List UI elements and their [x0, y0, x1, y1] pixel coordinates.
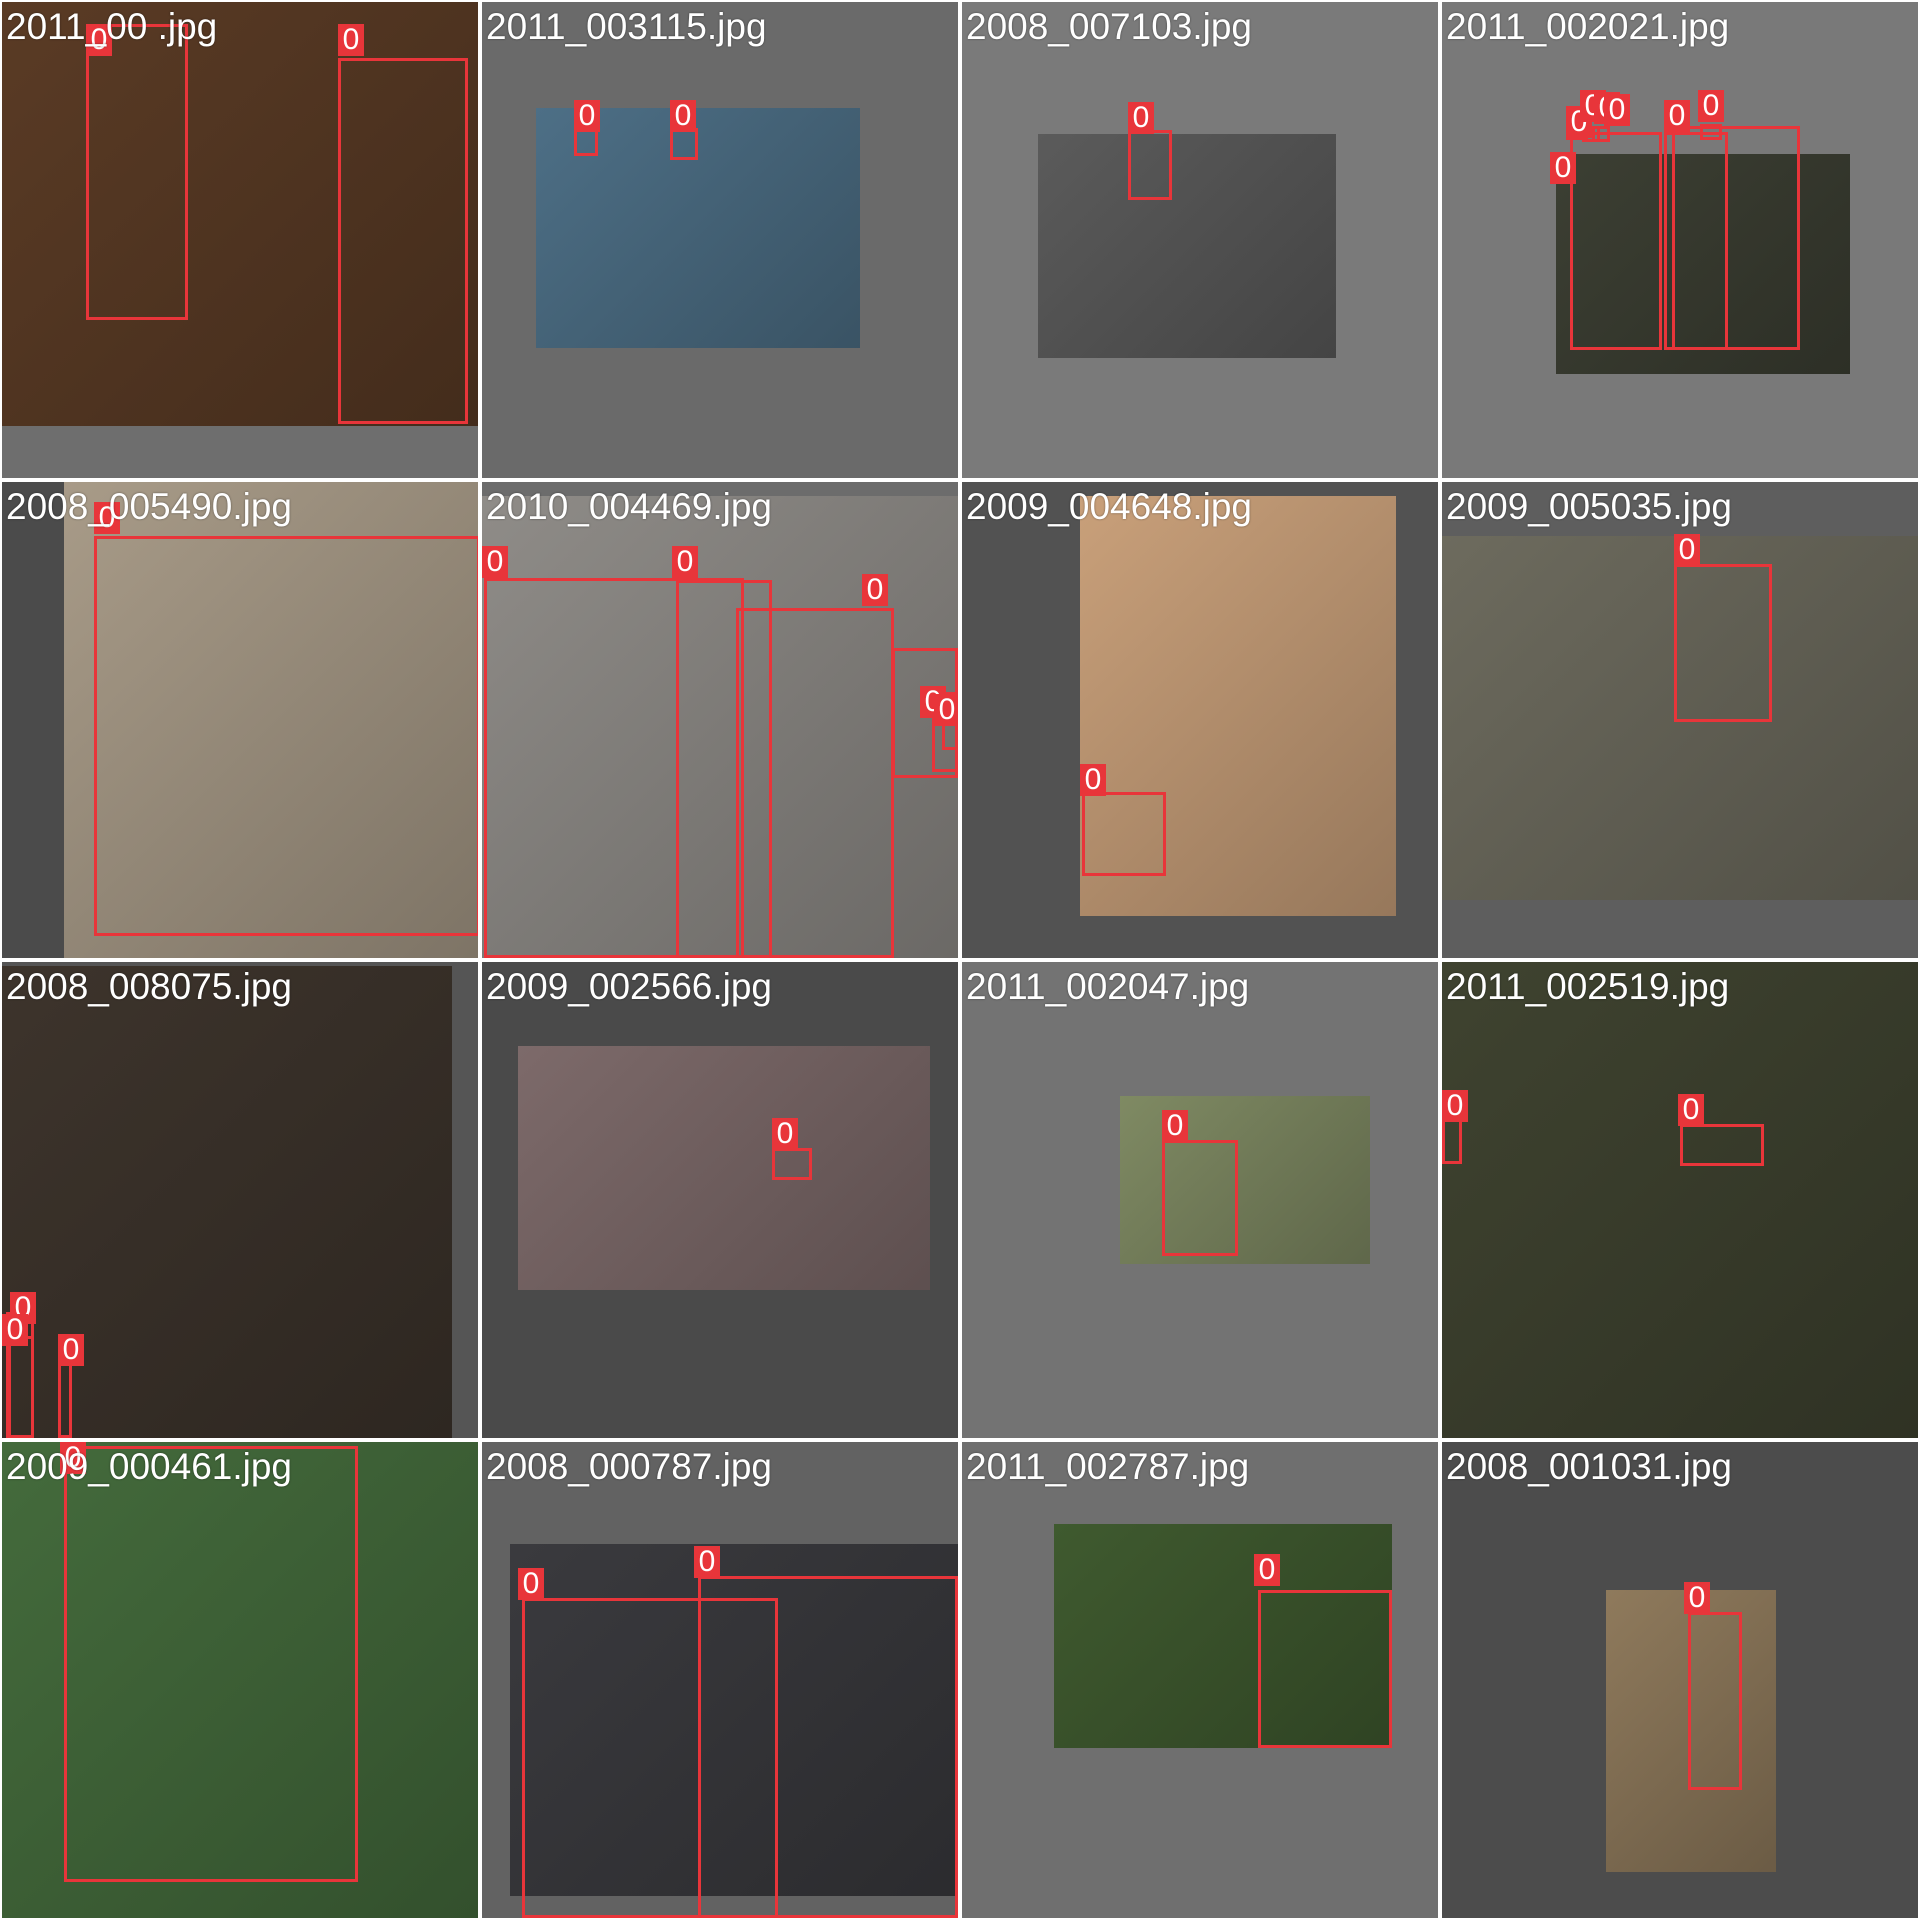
bounding-box — [1700, 124, 1722, 140]
class-label-badge: 0 — [338, 24, 364, 56]
filename-label: 2009_002566.jpg — [486, 966, 773, 1007]
class-label-badge: 0 — [1128, 102, 1154, 134]
filename-label: 2011_003115.jpg — [486, 6, 767, 47]
mosaic-tile: 0 2008_001031.jpg — [1442, 1442, 1918, 1918]
class-label-badge: 0 — [694, 1546, 720, 1578]
mosaic-tile: 0 2008_007103.jpg — [962, 2, 1438, 478]
class-label-badge: 0 — [1664, 100, 1690, 132]
bounding-box — [1672, 126, 1800, 350]
class-label-badge: 0 — [862, 574, 888, 606]
mosaic-tile: 0 2011_002047.jpg — [962, 962, 1438, 1438]
filename-label: 2011_00 .jpg — [6, 6, 218, 47]
image-mosaic-grid: 0 0 2011_00 .jpg 0 0 2011_003115.jpg 0 2008_007… — [0, 0, 1920, 1920]
filename-label: 2009_005035.jpg — [1446, 486, 1733, 527]
mosaic-tile: 0 2008_005490.jpg — [2, 482, 478, 958]
class-label-badge: 0 — [58, 1334, 84, 1366]
mosaic-tile: 0 0 2011_002519.jpg — [1442, 962, 1918, 1438]
class-label-badge: 0 — [672, 546, 698, 578]
class-label-badge: 0 — [1678, 1094, 1704, 1126]
class-label-badge: 0 — [1698, 90, 1724, 122]
mosaic-tile: 0 0 0 2008_008075.jpg — [2, 962, 478, 1438]
class-label-badge: 0 — [1162, 1110, 1188, 1142]
photo-thumbnail — [518, 1046, 930, 1290]
class-label-badge: 0 — [1080, 764, 1106, 796]
filename-label: 2008_000787.jpg — [486, 1446, 773, 1487]
class-label-badge: 0 — [934, 694, 958, 726]
class-label-badge: 0 — [574, 100, 600, 132]
bounding-box — [8, 1336, 34, 1438]
class-label-badge: 0 — [518, 1568, 544, 1600]
bounding-box — [670, 128, 698, 160]
class-label-badge: 0 — [772, 1118, 798, 1150]
bounding-box — [64, 1446, 358, 1882]
bounding-box — [1082, 792, 1166, 876]
class-label-badge: 0 — [1674, 534, 1700, 566]
class-label-badge: 0 — [1254, 1554, 1280, 1586]
bounding-box — [1680, 1124, 1764, 1166]
photo-thumbnail — [1038, 134, 1336, 358]
bounding-box — [58, 1360, 72, 1438]
filename-label: 2010_004469.jpg — [486, 486, 773, 527]
filename-label: 2008_008075.jpg — [6, 966, 293, 1007]
bounding-box — [1258, 1590, 1392, 1748]
class-label-badge: 0 — [1604, 94, 1630, 126]
mosaic-tile: 0 2011_002787.jpg — [962, 1442, 1438, 1918]
bounding-box — [1128, 130, 1172, 200]
filename-label: 2008_007103.jpg — [966, 6, 1253, 47]
class-label-badge: 0 — [1684, 1582, 1710, 1614]
bounding-box — [94, 536, 478, 936]
mosaic-tile: 0 2009_000461.jpg — [2, 1442, 478, 1918]
class-label-badge: 0 — [1550, 152, 1576, 184]
mosaic-tile: 0 2009_005035.jpg — [1442, 482, 1918, 958]
bounding-box — [736, 608, 894, 958]
filename-label: 2008_005490.jpg — [6, 486, 293, 527]
bounding-box — [1592, 126, 1610, 142]
mosaic-tile: 0 0 2011_003115.jpg — [482, 2, 958, 478]
bounding-box — [1570, 132, 1662, 350]
mosaic-tile: 00000002011_002021.jpg — [1442, 2, 1918, 478]
photo-thumbnail — [1120, 1096, 1370, 1264]
bounding-box — [698, 1576, 958, 1918]
filename-label: 2011_002787.jpg — [966, 1446, 1250, 1487]
bounding-box — [86, 24, 188, 320]
mosaic-tile: 0000002010_004469.jpg — [482, 482, 958, 958]
filename-label: 2008_001031.jpg — [1446, 1446, 1733, 1487]
bounding-box — [1688, 1612, 1742, 1790]
bounding-box — [1162, 1140, 1238, 1256]
filename-label: 2011_002021.jpg — [1446, 6, 1730, 47]
filename-label: 2009_004648.jpg — [966, 486, 1253, 527]
photo-thumbnail — [1442, 962, 1918, 1438]
bounding-box — [772, 1148, 812, 1180]
class-label-badge: 0 — [2, 1314, 28, 1346]
bounding-box — [1674, 564, 1772, 722]
filename-label: 2011_002047.jpg — [966, 966, 1250, 1007]
class-label-badge: 0 — [1442, 1090, 1468, 1122]
class-label-badge: 0 — [670, 100, 696, 132]
bounding-box — [574, 128, 598, 156]
mosaic-tile: 0 0 2011_00 .jpg — [2, 2, 478, 478]
mosaic-tile: 0 2009_004648.jpg — [962, 482, 1438, 958]
class-label-badge: 0 — [482, 546, 508, 578]
filename-label: 2011_002519.jpg — [1446, 966, 1730, 1007]
mosaic-tile: 0 2009_002566.jpg — [482, 962, 958, 1438]
filename-label: 2009_000461.jpg — [6, 1446, 293, 1487]
bounding-box — [338, 58, 468, 424]
mosaic-tile: 0 0 2008_000787.jpg — [482, 1442, 958, 1918]
